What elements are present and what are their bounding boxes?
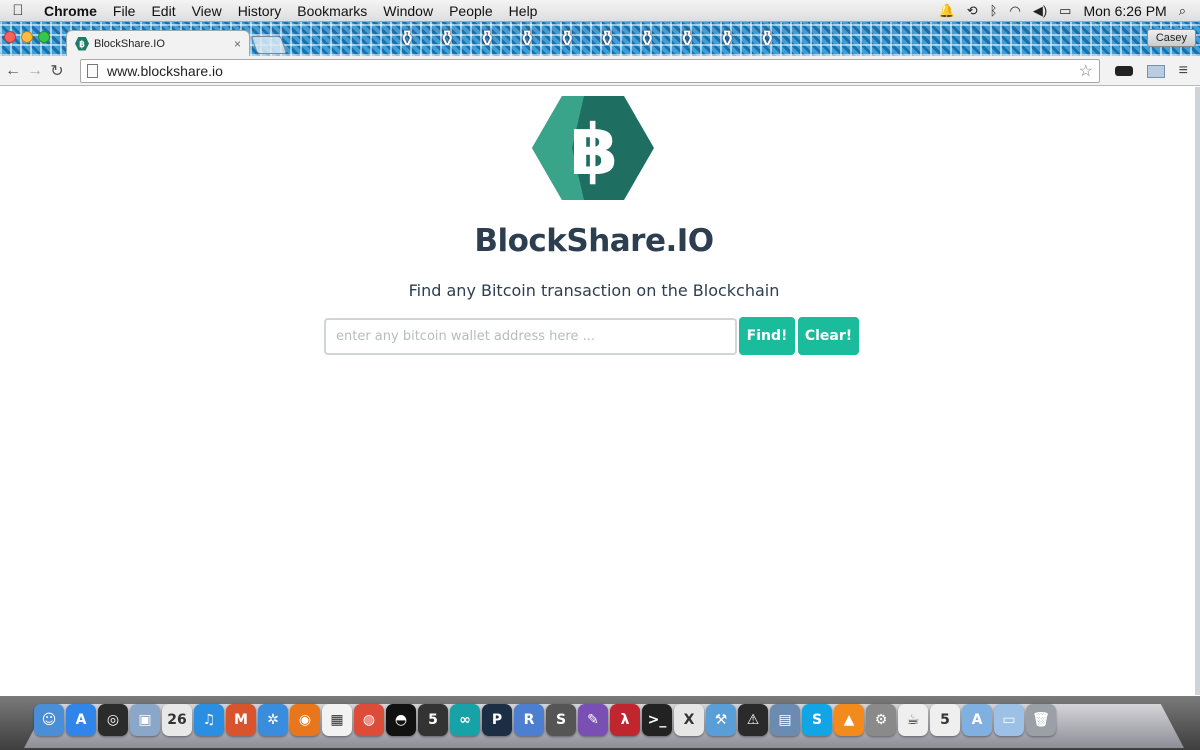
r-app-icon[interactable]: R xyxy=(514,704,544,736)
time-machine-icon[interactable]: ⟲ xyxy=(967,3,978,19)
back-arrow-icon[interactable]: ← xyxy=(2,62,24,80)
mask-extension-icon[interactable] xyxy=(1114,66,1133,76)
menu-bookmarks[interactable]: Bookmarks xyxy=(289,3,375,19)
screen:  Chrome File Edit View History Bookmark… xyxy=(0,0,1200,750)
theme-vase-icon: ⚱ xyxy=(438,26,457,51)
reload-icon[interactable]: ↻ xyxy=(46,61,68,81)
battery-icon[interactable]: ▭ xyxy=(1059,3,1071,19)
menu-help[interactable]: Help xyxy=(501,3,546,19)
profile-button[interactable]: Casey xyxy=(1146,29,1196,47)
theme-vase-icon: ⚱ xyxy=(558,26,577,51)
window-close-button[interactable] xyxy=(4,31,16,43)
sublime-text-icon[interactable]: S xyxy=(546,704,576,736)
theme-vase-icon: ⚱ xyxy=(638,26,657,51)
menu-history[interactable]: History xyxy=(230,3,290,19)
html5-file-icon[interactable]: 5 xyxy=(930,704,960,736)
wifi-icon[interactable]: ◠ xyxy=(1009,3,1020,19)
dock-icon-row: ☺ A ◎ ▣ 26 ♫ M ✲ ◉ ▦ ◍ ◓ 5 ∞ P R S ✎ λ >_ X ⚒ ⚠ ▤ S ▲ ⚙ ☕ 5 A ▭ 🗑 xyxy=(34,704,1056,736)
app-5-icon[interactable]: 5 xyxy=(418,704,448,736)
macos-dock: ☺ A ◎ ▣ 26 ♫ M ✲ ◉ ▦ ◍ ◓ 5 ∞ P R S ✎ λ >_ X ⚒ ⚠ ▤ S ▲ ⚙ ☕ 5 A ▭ 🗑 xyxy=(0,696,1200,750)
menu-app-name[interactable]: Chrome xyxy=(36,3,105,19)
documents-folder-icon[interactable]: ▭ xyxy=(994,704,1024,736)
firefox-icon[interactable]: ◉ xyxy=(290,704,320,736)
theme-vase-icon: ⚱ xyxy=(398,26,417,51)
theme-vase-icon: ⚱ xyxy=(478,26,497,51)
blockshare-logo: ฿ xyxy=(532,96,654,200)
wallet-address-input[interactable] xyxy=(324,318,737,355)
ableton-live-icon[interactable]: ◓ xyxy=(386,704,416,736)
site-favicon-icon: ฿ xyxy=(75,36,89,51)
clock[interactable]: Mon 6:26 PM xyxy=(1083,3,1166,19)
launchpad-icon[interactable]: ▦ xyxy=(322,704,352,736)
tab-blockshare[interactable]: ฿ BlockShare.IO × xyxy=(66,30,250,56)
new-tab-button[interactable] xyxy=(250,36,288,54)
x11-icon[interactable]: X xyxy=(674,704,704,736)
menu-window[interactable]: Window xyxy=(375,3,441,19)
mario-icon[interactable]: M xyxy=(226,704,256,736)
page-viewport: ฿ BlockShare.IO Find any Bitcoin transac… xyxy=(0,87,1200,695)
theme-vase-icon: ⚱ xyxy=(758,26,777,51)
itunes-icon[interactable]: ♫ xyxy=(194,704,224,736)
dashboard-icon[interactable]: ◎ xyxy=(98,704,128,736)
bitcoin-baht-icon: ฿ xyxy=(570,109,619,191)
chrome-icon[interactable]: ◍ xyxy=(354,704,384,736)
console-icon[interactable]: ⚠ xyxy=(738,704,768,736)
calendar-icon[interactable]: 26 xyxy=(162,704,192,736)
p-app-icon[interactable]: P xyxy=(482,704,512,736)
lambda-app-icon[interactable]: λ xyxy=(610,704,640,736)
theme-vase-icon: ⚱ xyxy=(598,26,617,51)
bluetooth-icon[interactable]: ᛒ xyxy=(990,3,998,18)
theme-vase-icon: ⚱ xyxy=(678,26,697,51)
address-bar[interactable]: www.blockshare.io ☆ xyxy=(80,59,1100,83)
volume-icon[interactable]: ◀) xyxy=(1033,3,1047,19)
clear-button[interactable]: Clear! xyxy=(798,317,859,355)
window-controls xyxy=(4,31,50,43)
tab-close-icon[interactable]: × xyxy=(234,37,241,51)
screens-icon[interactable]: ▤ xyxy=(770,704,800,736)
trash-icon[interactable]: 🗑 xyxy=(1026,704,1056,736)
forward-arrow-icon[interactable]: → xyxy=(24,62,46,80)
find-button[interactable]: Find! xyxy=(739,317,795,355)
emacs-icon[interactable]: ✎ xyxy=(578,704,608,736)
vlc-icon[interactable]: ▲ xyxy=(834,704,864,736)
macos-menubar:  Chrome File Edit View History Bookmark… xyxy=(0,0,1200,22)
status-area: 🔔 ⟲ ᛒ ◠ ◀) ▭ Mon 6:26 PM ⌕ xyxy=(939,3,1200,19)
window-zoom-button[interactable] xyxy=(38,31,50,43)
site-tagline: Find any Bitcoin transaction on the Bloc… xyxy=(408,281,780,300)
menu-edit[interactable]: Edit xyxy=(143,3,183,19)
applications-folder-icon[interactable]: A xyxy=(962,704,992,736)
system-prefs-icon[interactable]: ⚙ xyxy=(866,704,896,736)
spotlight-search-icon[interactable]: ⌕ xyxy=(1179,3,1186,19)
extension-area: ≡ xyxy=(1114,62,1188,80)
skype-icon[interactable]: S xyxy=(802,704,832,736)
browser-toolbar: ← → ↻ www.blockshare.io ☆ ≡ xyxy=(0,56,1200,86)
site-title: BlockShare.IO xyxy=(474,223,714,259)
app-store-icon[interactable]: A xyxy=(66,704,96,736)
tab-title: BlockShare.IO xyxy=(94,37,165,50)
jar-file-icon[interactable]: ☕ xyxy=(898,704,928,736)
browser-tab-strip: ⚱ ⚱ ⚱ ⚱ ⚱ ⚱ ⚱ ⚱ ⚱ ⚱ ฿ BlockShare.IO × Ca… xyxy=(0,22,1200,56)
preview-icon[interactable]: ▣ xyxy=(130,704,160,736)
screen-extension-icon[interactable] xyxy=(1146,64,1165,78)
xcode-icon[interactable]: ⚒ xyxy=(706,704,736,736)
url-text[interactable]: www.blockshare.io xyxy=(107,63,1079,79)
menu-people[interactable]: People xyxy=(441,3,501,19)
safari-icon[interactable]: ✲ xyxy=(258,704,288,736)
chrome-menu-icon[interactable]: ≡ xyxy=(1179,62,1188,80)
theme-vase-icon: ⚱ xyxy=(718,26,737,51)
notification-bell-icon[interactable]: 🔔 xyxy=(939,3,955,19)
finder-icon[interactable]: ☺ xyxy=(34,704,64,736)
bookmark-star-icon[interactable]: ☆ xyxy=(1079,61,1093,81)
page-icon xyxy=(87,64,98,78)
arduino-icon[interactable]: ∞ xyxy=(450,704,480,736)
window-minimize-button[interactable] xyxy=(21,31,33,43)
apple-icon[interactable]:  xyxy=(0,2,36,19)
theme-vase-icon: ⚱ xyxy=(518,26,537,51)
terminal-icon[interactable]: >_ xyxy=(642,704,672,736)
menu-view[interactable]: View xyxy=(184,3,230,19)
menu-file[interactable]: File xyxy=(105,3,144,19)
